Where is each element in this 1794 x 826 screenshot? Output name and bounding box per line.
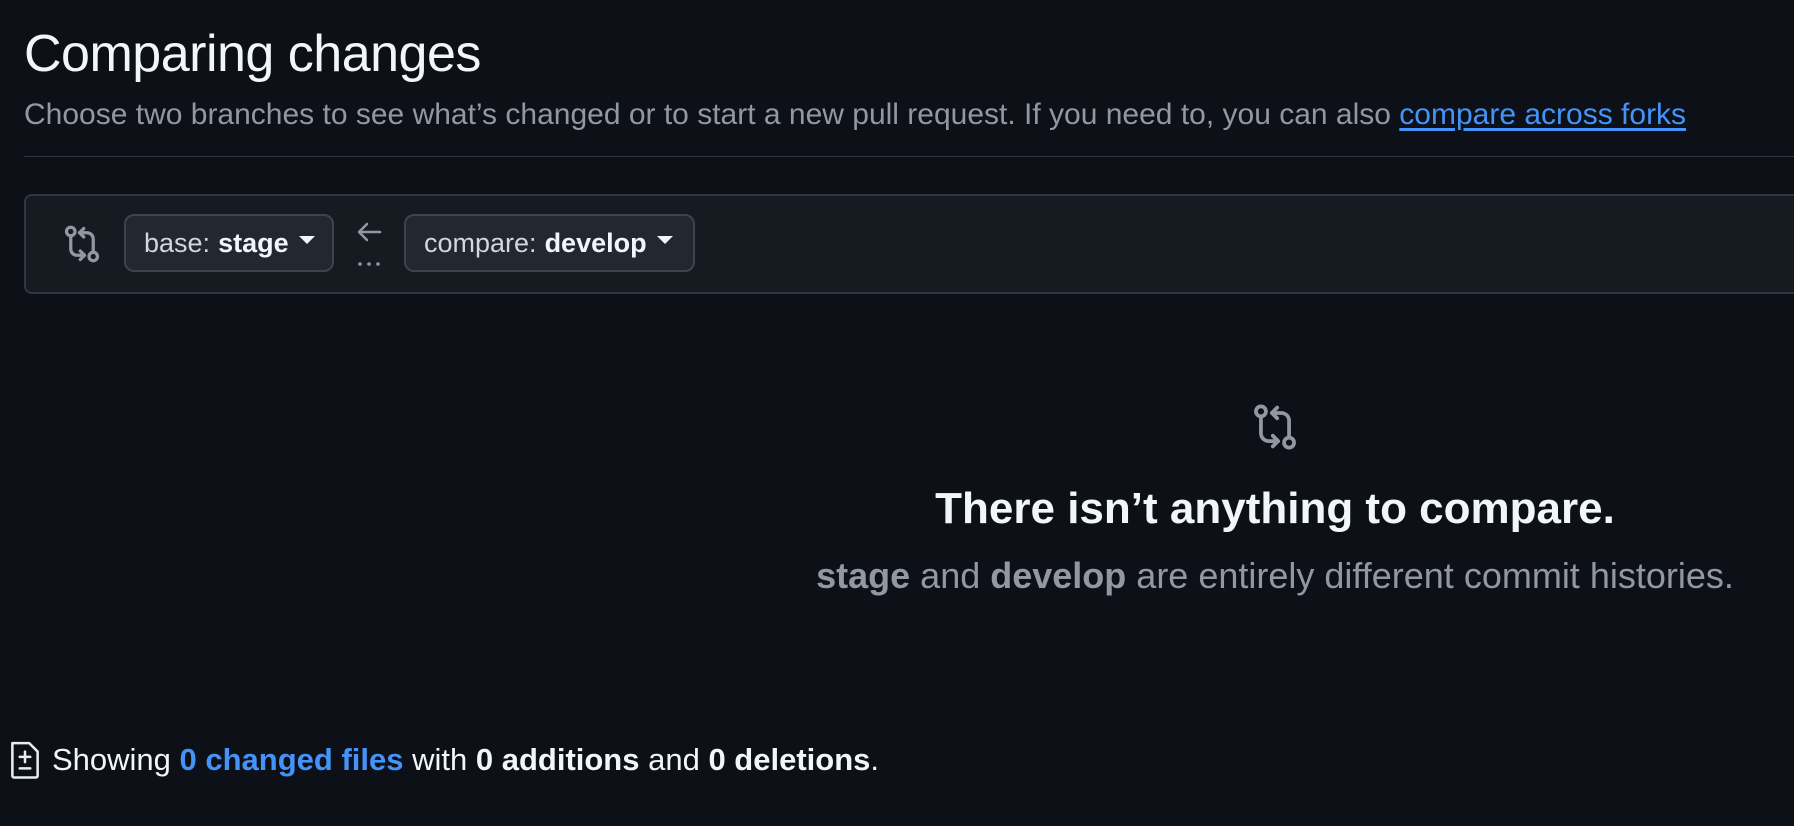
changed-files-link[interactable]: 0 changed files [180,742,404,778]
empty-state-title: There isn’t anything to compare. [935,484,1615,533]
compare-page: Comparing changes Choose two branches to… [0,0,1794,826]
base-branch-select[interactable]: base: stage [124,214,334,272]
git-compare-icon [1254,404,1296,450]
chevron-down-icon [656,236,673,244]
summary-end: . [870,742,880,777]
summary-prefix: Showing [52,742,180,777]
empty-state-description: stage and develop are entirely different… [0,555,1794,597]
compare-branch-select[interactable]: compare: develop [404,214,695,272]
summary-with: with [403,742,476,777]
compare-branch-label: compare: [424,227,537,258]
chevron-down-icon [298,236,315,244]
page-title: Comparing changes [24,25,481,83]
empty-state-branch-a: stage [816,555,911,596]
summary-and: and [639,742,709,777]
base-branch-label: base: [144,227,211,258]
base-branch-value: stage [218,227,289,258]
git-compare-icon [64,225,100,263]
arrow-left-icon [357,222,382,266]
empty-state-suffix: are entirely different commit histories. [1126,555,1734,596]
diff-summary: Showing 0 changed files with 0 additions… [8,740,879,780]
page-subtitle: Choose two branches to see what’s change… [24,98,1686,132]
deletions-count: 0 deletions [708,742,871,777]
file-diff-icon [11,741,39,779]
compare-branch-value: develop [544,227,647,258]
additions-count: 0 additions [475,742,640,777]
compare-across-forks-link[interactable]: compare across forks [1399,98,1686,131]
empty-state-branch-b: develop [990,555,1127,596]
range-editor: base: stage compare: develop [24,194,1794,294]
empty-state-and: and [910,555,991,596]
subtitle-text: Choose two branches to see what’s change… [24,98,1400,131]
header-divider [24,156,1794,157]
